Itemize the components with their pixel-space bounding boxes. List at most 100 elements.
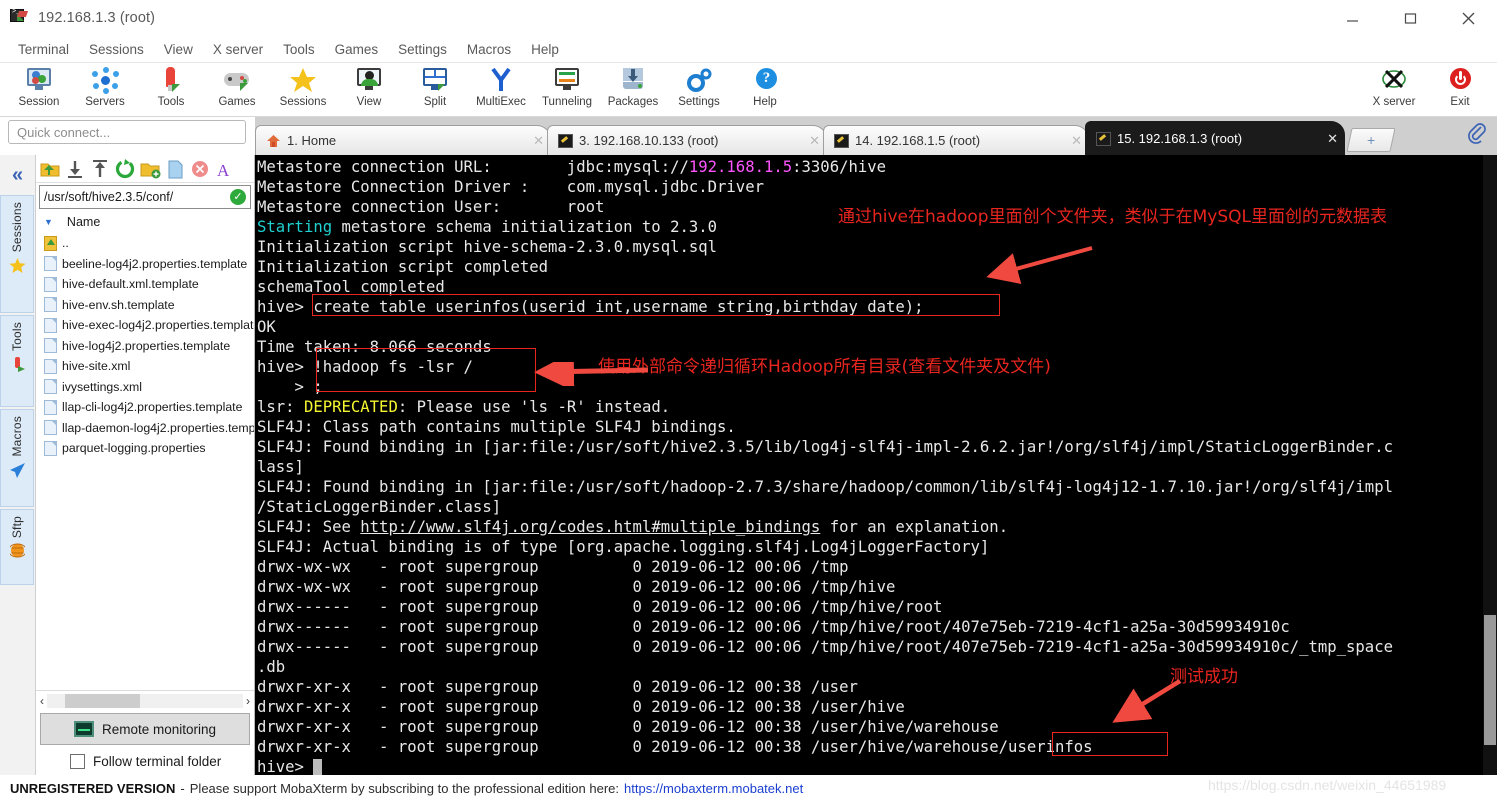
sftp-column-header[interactable]: ▼ Name bbox=[36, 211, 254, 233]
toolbar-split-button[interactable]: Split bbox=[402, 63, 468, 115]
menu-games[interactable]: Games bbox=[325, 39, 389, 60]
list-item[interactable]: hive-log4j2.properties.template bbox=[44, 336, 254, 357]
list-item[interactable]: llap-daemon-log4j2.properties.template bbox=[44, 418, 254, 439]
rail-group-sftp[interactable]: Sftp bbox=[0, 509, 34, 585]
scroll-track[interactable] bbox=[47, 694, 243, 708]
terminal-text: drwxr-xr-x - root supergroup 0 2019-06-1… bbox=[257, 678, 858, 696]
tab-close-icon[interactable]: ✕ bbox=[1053, 133, 1082, 149]
list-item[interactable]: hive-default.xml.template bbox=[44, 274, 254, 295]
toolbar-help-button[interactable]: ? Help bbox=[732, 63, 798, 115]
terminal-link[interactable]: http://www.slf4j.org/codes.html#multiple… bbox=[360, 518, 820, 536]
tab-192-168-10-133[interactable]: 3. 192.168.10.133 (root) ✕ bbox=[547, 125, 827, 155]
menu-tools[interactable]: Tools bbox=[273, 39, 325, 60]
sftp-path-input[interactable]: /usr/soft/hive2.3.5/conf/ ✓ bbox=[39, 185, 251, 209]
minimize-icon[interactable] bbox=[1323, 0, 1381, 36]
toolbar-xserver-button[interactable]: X server bbox=[1361, 63, 1427, 115]
list-item[interactable]: hive-env.sh.template bbox=[44, 295, 254, 316]
tab-192-168-1-3[interactable]: 15. 192.168.1.3 (root) ✕ bbox=[1085, 121, 1345, 155]
terminal-line: Initialization script hive-schema-2.3.0.… bbox=[257, 237, 1483, 257]
menu-view[interactable]: View bbox=[154, 39, 203, 60]
scroll-thumb[interactable] bbox=[65, 694, 140, 708]
toolbar-label: Exit bbox=[1450, 96, 1469, 108]
toolbar-tunneling-button[interactable]: Tunneling bbox=[534, 63, 600, 115]
terminal-line: drwx------ - root supergroup 0 2019-06-1… bbox=[257, 637, 1483, 657]
quick-connect-input[interactable]: Quick connect... bbox=[8, 120, 246, 144]
toolbar-games-button[interactable]: Games bbox=[204, 63, 270, 115]
toolbar-label: Tools bbox=[158, 96, 185, 108]
split-icon bbox=[420, 66, 450, 94]
terminal-text: drwxr-xr-x - root supergroup 0 2019-06-1… bbox=[257, 698, 905, 716]
rail-group-macros[interactable]: Macros bbox=[0, 409, 34, 507]
list-item[interactable]: hive-site.xml bbox=[44, 356, 254, 377]
menu-help[interactable]: Help bbox=[521, 39, 569, 60]
toolbar-tools-button[interactable]: Tools bbox=[138, 63, 204, 115]
new-file-icon[interactable] bbox=[164, 158, 186, 180]
follow-terminal-folder-checkbox[interactable] bbox=[70, 754, 85, 769]
title-bar: 192.168.1.3 (root) bbox=[0, 0, 1497, 36]
tab-close-icon[interactable]: ✕ bbox=[515, 133, 544, 149]
rail-group-sessions[interactable]: Sessions bbox=[0, 195, 34, 313]
terminal-text: hive> bbox=[257, 758, 313, 775]
scroll-thumb[interactable] bbox=[1484, 615, 1496, 745]
toolbar-view-button[interactable]: View bbox=[336, 63, 402, 115]
terminal-line: hive> !hadoop fs -lsr / bbox=[257, 357, 1483, 377]
menu-settings[interactable]: Settings bbox=[388, 39, 457, 60]
sftp-horizontal-scrollbar[interactable]: ‹ › bbox=[36, 690, 254, 710]
paperclip-icon[interactable] bbox=[1467, 122, 1487, 150]
terminal-text: hive> !hadoop fs -lsr / bbox=[257, 358, 473, 376]
tab-close-icon[interactable]: ✕ bbox=[1309, 131, 1338, 147]
toolbar-sessions-button[interactable]: Sessions bbox=[270, 63, 336, 115]
parent-folder-icon[interactable] bbox=[39, 158, 61, 180]
new-folder-icon[interactable] bbox=[139, 158, 161, 180]
collapse-sidebar-button[interactable]: « bbox=[0, 155, 35, 195]
menu-sessions[interactable]: Sessions bbox=[79, 39, 154, 60]
follow-terminal-folder-row[interactable]: Follow terminal folder bbox=[36, 747, 254, 775]
menu-macros[interactable]: Macros bbox=[457, 39, 521, 60]
toolbar-packages-button[interactable]: Packages bbox=[600, 63, 666, 115]
delete-icon[interactable] bbox=[189, 158, 211, 180]
terminal-text: SLF4J: See bbox=[257, 518, 360, 536]
scroll-left-icon[interactable]: ‹ bbox=[40, 694, 44, 708]
home-icon bbox=[266, 134, 281, 148]
maximize-icon[interactable] bbox=[1381, 0, 1439, 36]
list-item[interactable]: hive-exec-log4j2.properties.template bbox=[44, 315, 254, 336]
list-item[interactable]: ivysettings.xml bbox=[44, 377, 254, 398]
terminal-line: drwx------ - root supergroup 0 2019-06-1… bbox=[257, 617, 1483, 637]
toolbar-session-button[interactable]: Session bbox=[6, 63, 72, 115]
tab-192-168-1-5[interactable]: 14. 192.168.1.5 (root) ✕ bbox=[823, 125, 1089, 155]
tab-home[interactable]: 1. Home ✕ bbox=[255, 125, 551, 155]
list-item[interactable]: parquet-logging.properties bbox=[44, 438, 254, 459]
scroll-right-icon[interactable]: › bbox=[246, 694, 250, 708]
status-dash: - bbox=[180, 781, 184, 796]
toolbar-multiexec-button[interactable]: MultiExec bbox=[468, 63, 534, 115]
download-icon[interactable] bbox=[64, 158, 86, 180]
toolbar-label: Servers bbox=[85, 96, 125, 108]
list-item[interactable]: beeline-log4j2.properties.template bbox=[44, 254, 254, 275]
sftp-file-list[interactable]: .. beeline-log4j2.properties.template hi… bbox=[36, 233, 254, 690]
terminal-text: schemaTool completed bbox=[257, 278, 445, 296]
toolbar-settings-button[interactable]: Settings bbox=[666, 63, 732, 115]
text-edit-icon[interactable]: A bbox=[214, 158, 236, 180]
terminal-output[interactable]: Metastore connection URL: jdbc:mysql://1… bbox=[255, 155, 1483, 775]
remote-monitoring-button[interactable]: Remote monitoring bbox=[40, 713, 250, 745]
follow-terminal-folder-label: Follow terminal folder bbox=[93, 754, 221, 769]
list-item[interactable]: .. bbox=[44, 233, 254, 254]
new-tab-button[interactable]: + bbox=[1346, 128, 1395, 152]
tab-label: 3. 192.168.10.133 (root) bbox=[579, 133, 719, 148]
close-icon[interactable] bbox=[1439, 0, 1497, 36]
toolbar-servers-button[interactable]: Servers bbox=[72, 63, 138, 115]
terminal-text: drwxr-xr-x - root supergroup 0 2019-06-1… bbox=[257, 718, 999, 736]
menu-xserver[interactable]: X server bbox=[203, 39, 273, 60]
refresh-icon[interactable] bbox=[114, 158, 136, 180]
toolbar-exit-button[interactable]: Exit bbox=[1427, 63, 1493, 115]
terminal-scrollbar[interactable] bbox=[1483, 155, 1497, 775]
toolbar-label: X server bbox=[1373, 96, 1416, 108]
terminal-text: /StaticLoggerBinder.class] bbox=[257, 498, 501, 516]
rail-group-tools[interactable]: Tools bbox=[0, 315, 34, 407]
tab-close-icon[interactable]: ✕ bbox=[791, 133, 820, 149]
mobaxterm-link[interactable]: https://mobaxterm.mobatek.net bbox=[624, 781, 803, 796]
list-item[interactable]: llap-cli-log4j2.properties.template bbox=[44, 397, 254, 418]
menu-terminal[interactable]: Terminal bbox=[8, 39, 79, 60]
file-icon bbox=[44, 277, 57, 292]
upload-icon[interactable] bbox=[89, 158, 111, 180]
